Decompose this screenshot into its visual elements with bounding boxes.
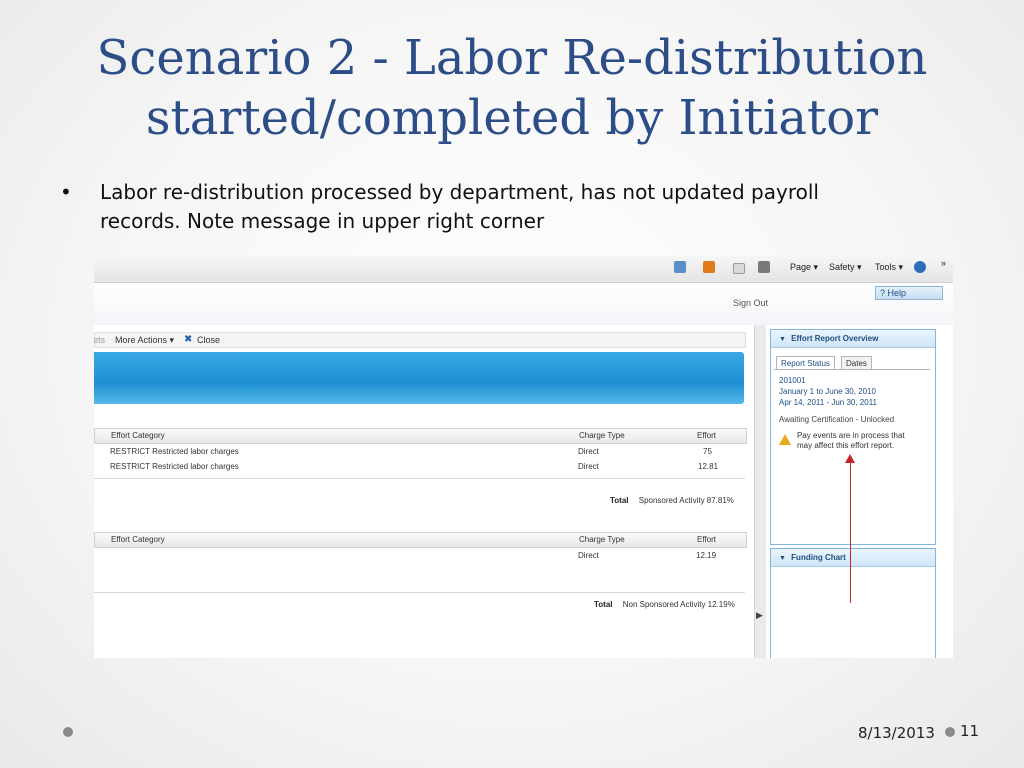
slide-title-line-1: Scenario 2 - Labor Re-distribution: [96, 30, 928, 86]
funding-chart-panel: ▼ Funding Chart: [770, 548, 936, 658]
slide-number: 11: [960, 722, 980, 740]
funding-panel-title: Funding Chart: [791, 553, 846, 562]
toolbar-cut-item[interactable]: ets: [94, 335, 105, 345]
app-screenshot: Page ▾ Safety ▾ Tools ▾ » ? Help Sign Ou…: [94, 256, 953, 658]
header-effort[interactable]: Effort: [697, 535, 716, 544]
row-charge-type: Direct: [578, 447, 599, 456]
collapse-icon[interactable]: ▼: [779, 555, 786, 562]
slide-title-line-2: started/completed by Initiator: [145, 90, 879, 146]
collapse-icon[interactable]: ▼: [779, 336, 786, 343]
header-effort-category[interactable]: Effort Category: [111, 535, 165, 544]
page-menu[interactable]: Page ▾: [790, 262, 818, 273]
warning-message-line-1: Pay events are in process that: [797, 431, 905, 440]
action-toolbar: ets More Actions ▾ ✖ Close: [94, 332, 746, 348]
nonsponsored-table-header: Effort Category Charge Type Effort: [94, 532, 747, 548]
header-charge-type[interactable]: Charge Type: [579, 431, 625, 440]
home-icon[interactable]: [674, 261, 686, 273]
header-effort[interactable]: Effort: [697, 431, 716, 440]
row-effort: 12.81: [698, 462, 719, 471]
report-status: Awaiting Certification - Unlocked: [779, 415, 895, 424]
table-divider: [94, 592, 745, 593]
annotation-arrow: [850, 462, 851, 603]
row-effort: 75: [703, 447, 712, 456]
table-row: RESTRICT Restricted labor charges Direct…: [94, 460, 745, 474]
table-row: RESTRICT Restricted labor charges Direct…: [94, 445, 745, 459]
sponsored-table-header: Effort Category Charge Type Effort: [94, 428, 747, 444]
footer-dot-right: [945, 727, 955, 737]
warning-icon: [779, 434, 791, 445]
tab-dates[interactable]: Dates: [841, 356, 872, 370]
mail-icon[interactable]: [733, 263, 745, 274]
panel-splitter[interactable]: [754, 325, 766, 658]
print-icon[interactable]: [758, 261, 770, 273]
effort-panel-header[interactable]: ▼ Effort Report Overview: [771, 330, 935, 348]
annotation-arrow-head-icon: [845, 454, 855, 463]
tab-report-status[interactable]: Report Status: [776, 356, 835, 370]
effort-report-panel: ▼ Effort Report Overview Report Status D…: [770, 329, 936, 545]
safety-menu[interactable]: Safety ▾: [829, 262, 862, 273]
row-charge-type: Direct: [578, 462, 599, 471]
row-charge-type: Direct: [578, 551, 599, 560]
slide-date: 8/13/2013: [858, 724, 935, 742]
total-label: Total: [594, 600, 613, 609]
browser-command-bar: Page ▾ Safety ▾ Tools ▾ »: [94, 256, 953, 283]
close-icon[interactable]: ✖: [184, 334, 192, 345]
help-button[interactable]: ? Help: [875, 286, 943, 300]
bullet-text: Labor re-distribution processed by depar…: [100, 180, 819, 233]
total-label: Total: [610, 496, 629, 505]
nonsponsored-total: Total Non Sponsored Activity 12.19%: [594, 600, 735, 609]
chevron-more-icon[interactable]: »: [941, 258, 946, 268]
feeds-icon[interactable]: [703, 261, 715, 273]
table-row: Direct 12.19: [94, 549, 745, 563]
warning-message-line-2: may affect this effort report.: [797, 441, 895, 450]
header-effort-category[interactable]: Effort Category: [111, 431, 165, 440]
page-banner: [94, 352, 744, 404]
bullet-dot: •: [60, 180, 72, 204]
effort-panel-title: Effort Report Overview: [791, 334, 879, 343]
total-value: Sponsored Activity 87.81%: [638, 496, 734, 505]
report-period[interactable]: January 1 to June 30, 2010: [779, 387, 876, 396]
report-id[interactable]: 201001: [779, 376, 806, 385]
more-actions-menu[interactable]: More Actions ▾: [115, 335, 174, 346]
tools-menu[interactable]: Tools ▾: [875, 262, 903, 273]
funding-panel-header[interactable]: ▼ Funding Chart: [771, 549, 935, 567]
total-value: Non Sponsored Activity 12.19%: [622, 600, 735, 609]
sponsored-total: Total Sponsored Activity 87.81%: [610, 496, 734, 505]
close-button[interactable]: Close: [197, 335, 220, 345]
tab-underline: [774, 369, 930, 370]
row-category: RESTRICT Restricted labor charges: [110, 462, 239, 471]
report-dates: Apr 14, 2011 - Jun 30, 2011: [779, 398, 877, 407]
table-divider: [94, 478, 745, 479]
help-circle-icon[interactable]: [914, 261, 926, 273]
row-category: RESTRICT Restricted labor charges: [110, 447, 239, 456]
footer-dot-left: [63, 727, 73, 737]
collapse-arrow-icon[interactable]: ▶: [756, 610, 763, 621]
header-charge-type[interactable]: Charge Type: [579, 535, 625, 544]
app-header: [94, 283, 953, 325]
row-effort: 12.19: [696, 551, 717, 560]
slide-title: Scenario 2 - Labor Re-distribution start…: [40, 28, 984, 148]
signout-link[interactable]: Sign Out: [733, 298, 768, 308]
